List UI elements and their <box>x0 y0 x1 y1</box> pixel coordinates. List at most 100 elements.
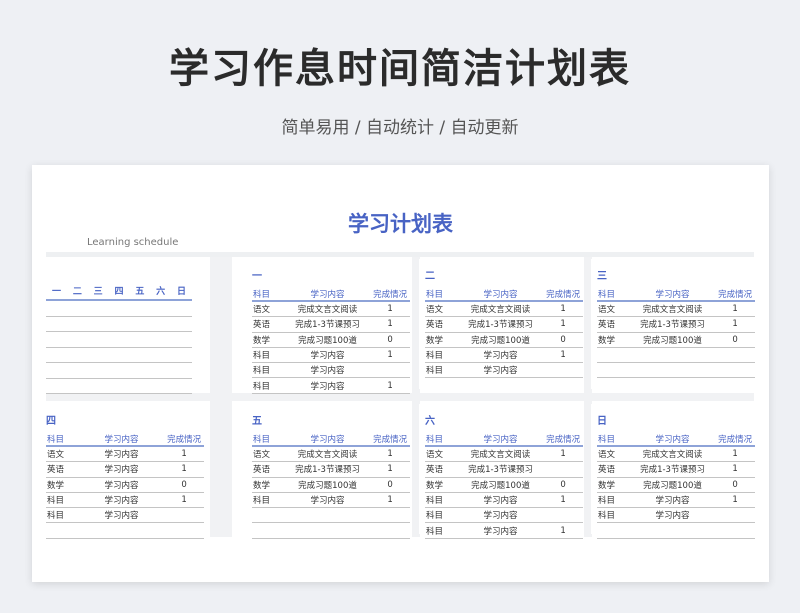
column-header: 学习内容 <box>457 432 544 447</box>
table-cell: 学习内容 <box>78 446 165 463</box>
column-header: 学习内容 <box>629 287 716 302</box>
table-row: 科目 学习内容 1 <box>425 522 583 539</box>
column-header: 科目 <box>252 432 285 447</box>
table-cell <box>543 507 583 524</box>
table-row <box>252 507 410 524</box>
table-cell: 1 <box>715 316 755 333</box>
table-cell: 1 <box>543 347 583 364</box>
table-row: 英语 完成1-3节课预习 1 <box>252 316 410 333</box>
table-cell <box>78 522 165 539</box>
gap-row <box>46 393 754 401</box>
column-header: 科目 <box>252 287 285 302</box>
table-cell: 1 <box>164 446 204 463</box>
table-row: 科目 学习内容 1 <box>597 492 755 509</box>
table-cell: 语文 <box>252 301 285 318</box>
table-cell: 语文 <box>425 301 458 318</box>
sheet-subtitle: Learning schedule <box>87 237 179 248</box>
table-cell <box>543 362 583 379</box>
table-row: 科目 学习内容 <box>597 507 755 524</box>
table-cell: 科目 <box>425 507 458 524</box>
table-cell: 学习内容 <box>457 522 544 539</box>
table-row: 英语 完成1-3节课预习 1 <box>252 461 410 478</box>
table-cell <box>629 522 716 539</box>
table-cell: 语文 <box>597 301 630 318</box>
table-cell <box>715 362 755 379</box>
table-cell: 1 <box>164 492 204 509</box>
column-header: 学习内容 <box>78 432 165 447</box>
table-cell: 0 <box>715 332 755 348</box>
panel-title: 四 <box>46 416 56 427</box>
table-row: 数学 完成习题100道 0 <box>252 477 410 493</box>
day-panel-6: 六科目 学习内容 完成情况 语文 完成文言文阅读 1 英语 完成1-3节课预习 数学 完成习题10… <box>419 404 583 539</box>
table-cell: 完成1-3节课预习 <box>284 461 371 478</box>
table-cell: 0 <box>164 477 204 493</box>
table-row: 语文 完成文言文阅读 1 <box>252 446 410 463</box>
table-cell: 1 <box>370 461 410 478</box>
table-cell: 完成习题100道 <box>284 477 371 493</box>
day-label: 一 <box>52 287 62 297</box>
table-cell: 学习内容 <box>78 492 165 509</box>
day-panel-4: 四科目 学习内容 完成情况 语文 学习内容 1 英语 学习内容 1 数学 学习内容 0 科目 学习内容 1 科… <box>40 404 204 539</box>
table-cell: 完成1-3节课预习 <box>457 316 544 333</box>
table-cell: 科目 <box>425 492 458 509</box>
table-cell: 数学 <box>597 477 630 493</box>
table-row: 数学 完成习题100道 0 <box>597 332 755 348</box>
table-row: 数学 完成习题100道 0 <box>425 477 583 493</box>
table-cell: 学习内容 <box>284 377 371 394</box>
day-label: 日 <box>176 287 186 297</box>
table-cell: 1 <box>370 377 410 394</box>
table-cell: 语文 <box>425 446 458 463</box>
day-panel-7: 日科目 学习内容 完成情况 语文 完成文言文阅读 1 英语 完成1-3节课预习 1 数学 完成习题1… <box>591 404 755 539</box>
table-cell: 0 <box>715 477 755 493</box>
panel-table: 科目 学习内容 完成情况 语文 完成文言文阅读 1 英语 完成1-3节课预习 1 数学 完成习题10… <box>597 432 755 539</box>
panel-title: 六 <box>425 416 435 427</box>
table-cell <box>164 507 204 524</box>
table-row: 科目 学习内容 <box>425 507 583 524</box>
table-cell <box>252 522 285 539</box>
table-cell <box>715 347 755 364</box>
table-cell: 科目 <box>252 377 285 394</box>
table-cell: 科目 <box>597 492 630 509</box>
table-cell: 学习内容 <box>457 347 544 364</box>
table-cell: 1 <box>715 446 755 463</box>
table-cell: 完成习题100道 <box>457 477 544 493</box>
table-cell: 1 <box>370 316 410 333</box>
table-cell: 科目 <box>46 492 79 509</box>
table-cell <box>629 362 716 379</box>
table-row: 语文 完成文言文阅读 1 <box>425 301 583 318</box>
table-header: 科目 学习内容 完成情况 <box>252 432 410 447</box>
day-label: 四 <box>114 287 124 297</box>
table-cell <box>597 522 630 539</box>
table-cell: 语文 <box>252 446 285 463</box>
table-cell <box>629 347 716 364</box>
table-cell: 英语 <box>252 461 285 478</box>
divider <box>46 252 754 257</box>
table-row: 英语 学习内容 1 <box>46 461 204 478</box>
table-row: 英语 完成1-3节课预习 <box>425 461 583 478</box>
table-cell: 学习内容 <box>629 492 716 509</box>
table-cell: 学习内容 <box>629 507 716 524</box>
table-cell: 数学 <box>46 477 79 493</box>
column-header: 科目 <box>425 432 458 447</box>
table-cell: 学习内容 <box>284 347 371 364</box>
table-cell: 学习内容 <box>284 362 371 379</box>
table-cell: 1 <box>370 492 410 509</box>
day-panel-5: 五科目 学习内容 完成情况 语文 完成文言文阅读 1 英语 完成1-3节课预习 1 数学 完成习题1… <box>246 404 410 539</box>
table-cell: 学习内容 <box>457 507 544 524</box>
day-label: 二 <box>72 287 82 297</box>
table-cell: 学习内容 <box>78 461 165 478</box>
table-cell <box>284 522 371 539</box>
table-cell <box>370 507 410 524</box>
table-cell: 1 <box>543 446 583 463</box>
table-cell: 科目 <box>425 522 458 539</box>
table-row: 英语 完成1-3节课预习 1 <box>597 316 755 333</box>
table-cell: 语文 <box>597 446 630 463</box>
table-row: 科目 学习内容 <box>425 362 583 379</box>
table-row <box>597 362 755 379</box>
table-cell: 1 <box>370 446 410 463</box>
table-cell: 科目 <box>252 347 285 364</box>
table-cell: 英语 <box>425 461 458 478</box>
table-row: 科目 学习内容 1 <box>252 492 410 509</box>
column-header: 学习内容 <box>457 287 544 302</box>
table-cell: 1 <box>543 522 583 539</box>
